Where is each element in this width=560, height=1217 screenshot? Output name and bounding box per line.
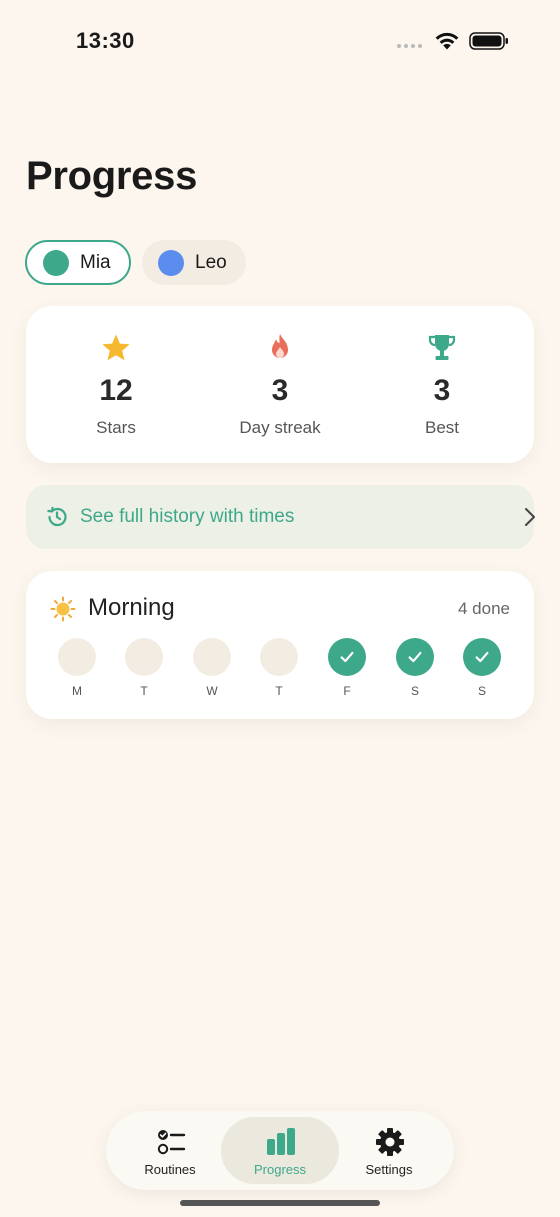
trophy-icon xyxy=(426,332,458,364)
avatar xyxy=(158,249,184,276)
flame-icon xyxy=(264,332,296,364)
day-item: M xyxy=(58,638,98,698)
history-icon xyxy=(45,505,69,529)
stat-value: 3 xyxy=(433,374,451,407)
avatar xyxy=(43,249,69,276)
tab-bar: Routines Progress Settings xyxy=(106,1111,454,1190)
day-label: T xyxy=(140,684,148,698)
day-label: F xyxy=(343,684,351,698)
day-label: S xyxy=(410,684,419,698)
tab-progress[interactable]: Progress xyxy=(221,1117,339,1184)
stat-label: Stars xyxy=(96,418,136,437)
battery-icon xyxy=(469,31,509,51)
day-circle-done xyxy=(396,638,434,676)
day-item: S xyxy=(463,638,503,698)
day-circle xyxy=(260,638,298,676)
profile-name: Leo xyxy=(195,251,227,273)
wifi-icon xyxy=(433,30,461,52)
routine-done-count: 4 done xyxy=(458,599,510,618)
gear-icon xyxy=(375,1127,405,1157)
stat-value: 12 xyxy=(99,374,133,407)
history-link-label: See full history with times xyxy=(80,506,295,527)
day-item: F xyxy=(328,638,368,698)
tab-label: Progress xyxy=(253,1162,307,1177)
stat-label: Day streak xyxy=(239,418,321,437)
tab-routines[interactable]: Routines xyxy=(111,1117,229,1184)
stat-label: Best xyxy=(424,418,460,437)
bar-chart-icon xyxy=(266,1127,296,1157)
tab-label: Settings xyxy=(365,1162,413,1177)
sun-icon xyxy=(50,596,76,622)
tab-label: Routines xyxy=(144,1162,196,1177)
day-item: S xyxy=(396,638,436,698)
star-icon xyxy=(100,332,132,364)
day-item: T xyxy=(125,638,165,698)
day-circle xyxy=(125,638,163,676)
checklist-icon xyxy=(156,1127,186,1157)
profile-chip-mia[interactable]: Mia xyxy=(25,240,131,285)
profile-name: Mia xyxy=(80,251,111,273)
stats-card: 12 Stars 3 Day streak 3 Best xyxy=(26,306,534,463)
tab-settings[interactable]: Settings xyxy=(330,1117,448,1184)
day-circle xyxy=(193,638,231,676)
status-time: 13:30 xyxy=(76,28,135,53)
routine-card-morning[interactable]: Morning 4 done M T W T F S S xyxy=(26,571,534,719)
day-circle xyxy=(58,638,96,676)
chevron-right-icon xyxy=(522,505,538,529)
page-title: Progress xyxy=(26,154,198,198)
checkmark-icon xyxy=(475,651,489,663)
profile-chip-leo[interactable]: Leo xyxy=(142,240,246,285)
checkmark-icon xyxy=(408,651,422,663)
stat-value: 3 xyxy=(271,374,289,407)
day-item: T xyxy=(260,638,300,698)
home-indicator xyxy=(180,1200,380,1206)
history-link-button[interactable]: See full history with times xyxy=(26,485,535,549)
signal-dots-icon xyxy=(397,44,422,48)
day-label: M xyxy=(72,684,82,698)
day-label: S xyxy=(477,684,486,698)
routine-title: Morning xyxy=(88,594,175,621)
day-circle-done xyxy=(463,638,501,676)
status-bar: 13:30 xyxy=(0,0,560,84)
day-label: W xyxy=(206,684,218,698)
day-label: T xyxy=(275,684,283,698)
day-item: W xyxy=(193,638,233,698)
day-circle-done xyxy=(328,638,366,676)
checkmark-icon xyxy=(340,651,354,663)
